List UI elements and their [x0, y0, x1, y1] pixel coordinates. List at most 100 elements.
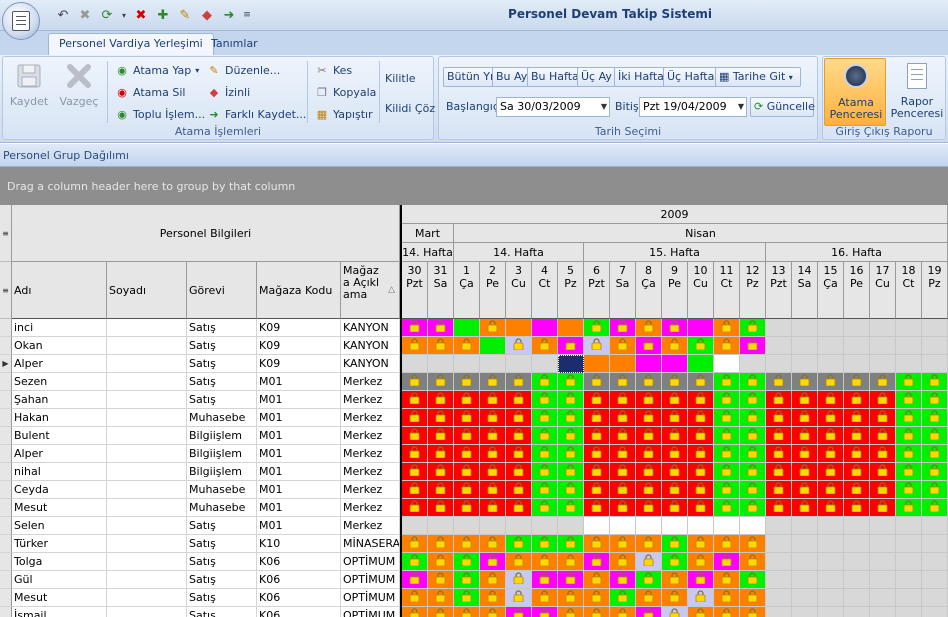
- schedule-cell[interactable]: [584, 499, 610, 517]
- schedule-cell[interactable]: [688, 571, 714, 589]
- schedule-cell[interactable]: [402, 427, 428, 445]
- farkli-kaydet-button[interactable]: ➜ Farklı Kaydet...: [207, 105, 306, 123]
- cell-gorevi[interactable]: Satış: [187, 355, 257, 373]
- schedule-cell[interactable]: [870, 391, 896, 409]
- schedule-cell[interactable]: [584, 571, 610, 589]
- schedule-cell[interactable]: [506, 337, 532, 355]
- schedule-cell[interactable]: [662, 517, 688, 535]
- row-indicator[interactable]: [0, 499, 12, 517]
- schedule-cell[interactable]: [662, 571, 688, 589]
- schedule-cell[interactable]: [922, 373, 948, 391]
- schedule-cell[interactable]: [558, 571, 584, 589]
- schedule-cell[interactable]: [740, 553, 766, 571]
- schedule-cell[interactable]: [714, 481, 740, 499]
- schedule-cell[interactable]: [792, 337, 818, 355]
- schedule-cell[interactable]: [792, 553, 818, 571]
- cell-aciklama[interactable]: Merkez: [341, 517, 400, 535]
- schedule-cell[interactable]: [922, 499, 948, 517]
- schedule-cell[interactable]: [896, 391, 922, 409]
- day-header-15[interactable]: 15 Ça: [818, 262, 844, 319]
- schedule-cell[interactable]: [636, 319, 662, 337]
- cell-aciklama[interactable]: KANYON: [341, 337, 400, 355]
- row-indicator[interactable]: [0, 481, 12, 499]
- schedule-cell[interactable]: [532, 391, 558, 409]
- row-indicator[interactable]: [0, 391, 12, 409]
- schedule-cell[interactable]: [792, 571, 818, 589]
- schedule-cell[interactable]: [506, 427, 532, 445]
- schedule-cell[interactable]: [454, 319, 480, 337]
- kilidi-coz-button[interactable]: Kilidi Çöz: [385, 99, 435, 117]
- cell-kod[interactable]: K06: [257, 553, 341, 571]
- schedule-cell[interactable]: [610, 553, 636, 571]
- schedule-cell[interactable]: [532, 553, 558, 571]
- schedule-cell[interactable]: [896, 607, 922, 617]
- cell-soyadi[interactable]: [107, 391, 187, 409]
- schedule-cell[interactable]: [454, 553, 480, 571]
- cell-gorevi[interactable]: Satış: [187, 571, 257, 589]
- schedule-cell[interactable]: [428, 481, 454, 499]
- day-header-5[interactable]: 5 Pz: [558, 262, 584, 319]
- schedule-cell[interactable]: [428, 517, 454, 535]
- cell-aciklama[interactable]: OPTİMUM: [341, 607, 400, 617]
- cell-soyadi[interactable]: [107, 409, 187, 427]
- schedule-cell[interactable]: [532, 535, 558, 553]
- row-indicator[interactable]: [0, 319, 12, 337]
- schedule-cell[interactable]: [896, 373, 922, 391]
- cell-kod[interactable]: M01: [257, 373, 341, 391]
- schedule-cell[interactable]: [558, 409, 584, 427]
- cell-gorevi[interactable]: Satış: [187, 319, 257, 337]
- cell-gorevi[interactable]: Bilgiişlem: [187, 463, 257, 481]
- day-header-10[interactable]: 10 Cu: [688, 262, 714, 319]
- row-indicator[interactable]: [0, 571, 12, 589]
- schedule-cell[interactable]: [636, 535, 662, 553]
- schedule-cell[interactable]: [740, 409, 766, 427]
- schedule-cell[interactable]: [610, 373, 636, 391]
- schedule-cell[interactable]: [402, 445, 428, 463]
- cell-aciklama[interactable]: OPTİMUM: [341, 571, 400, 589]
- schedule-cell[interactable]: [428, 571, 454, 589]
- cell-kod[interactable]: M01: [257, 409, 341, 427]
- schedule-cell[interactable]: [662, 409, 688, 427]
- cell-kod[interactable]: K06: [257, 571, 341, 589]
- schedule-cell[interactable]: [844, 535, 870, 553]
- schedule-cell[interactable]: [636, 409, 662, 427]
- schedule-cell[interactable]: [740, 355, 766, 373]
- day-header-2[interactable]: 2 Pe: [480, 262, 506, 319]
- day-header-7[interactable]: 7 Sa: [610, 262, 636, 319]
- schedule-cell[interactable]: [584, 337, 610, 355]
- schedule-cell[interactable]: [688, 319, 714, 337]
- schedule-cell[interactable]: [636, 463, 662, 481]
- cell-kod[interactable]: K09: [257, 319, 341, 337]
- schedule-cell[interactable]: [402, 535, 428, 553]
- cell-adi[interactable]: nihal: [12, 463, 107, 481]
- schedule-cell[interactable]: [454, 517, 480, 535]
- schedule-cell[interactable]: [480, 517, 506, 535]
- schedule-cell[interactable]: [506, 499, 532, 517]
- schedule-cell[interactable]: [844, 571, 870, 589]
- schedule-cell[interactable]: [428, 409, 454, 427]
- cell-soyadi[interactable]: [107, 499, 187, 517]
- schedule-cell[interactable]: [610, 355, 636, 373]
- schedule-cell[interactable]: [532, 337, 558, 355]
- schedule-cell[interactable]: [688, 373, 714, 391]
- cell-aciklama[interactable]: KANYON: [341, 319, 400, 337]
- schedule-cell[interactable]: [766, 517, 792, 535]
- schedule-cell[interactable]: [532, 409, 558, 427]
- cell-soyadi[interactable]: [107, 427, 187, 445]
- schedule-cell[interactable]: [870, 499, 896, 517]
- schedule-cell[interactable]: [792, 607, 818, 617]
- schedule-cell[interactable]: [402, 409, 428, 427]
- undo-icon[interactable]: ↶: [54, 6, 72, 24]
- day-header-30[interactable]: 30 Pzt: [402, 262, 428, 319]
- cell-adi[interactable]: Tolga: [12, 553, 107, 571]
- schedule-cell[interactable]: [688, 337, 714, 355]
- schedule-cell[interactable]: [896, 427, 922, 445]
- schedule-cell[interactable]: [506, 571, 532, 589]
- schedule-cell[interactable]: [636, 589, 662, 607]
- schedule-cell[interactable]: [454, 499, 480, 517]
- schedule-cell[interactable]: [480, 499, 506, 517]
- schedule-cell[interactable]: [428, 553, 454, 571]
- atama-penceresi-button[interactable]: Atama Penceresi: [824, 58, 886, 126]
- band-week-14a[interactable]: 14. Hafta: [402, 243, 454, 262]
- tag-icon[interactable]: ◆: [198, 6, 216, 24]
